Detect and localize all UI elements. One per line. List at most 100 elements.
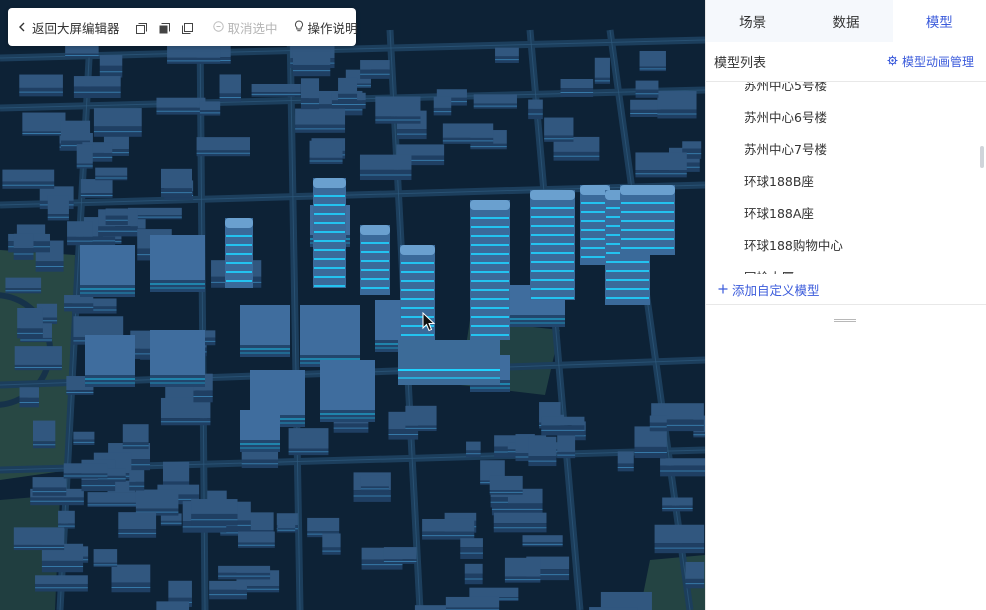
- building: [63, 463, 108, 474]
- list-item[interactable]: 环球188购物中心: [706, 230, 986, 262]
- building: [209, 580, 247, 590]
- list-item[interactable]: 苏州中心7号楼: [706, 134, 986, 166]
- building: [135, 489, 179, 509]
- cube-front-icon[interactable]: [135, 22, 147, 34]
- gear-icon: [887, 55, 898, 69]
- building: [150, 235, 205, 280]
- building: [560, 78, 594, 89]
- building: [635, 152, 687, 171]
- list-item[interactable]: 苏州中心5号楼: [706, 82, 986, 102]
- building-side: [80, 285, 135, 297]
- list-item[interactable]: 环球188B座: [706, 166, 986, 198]
- building: [99, 55, 123, 66]
- tower: [470, 200, 510, 340]
- building: [414, 605, 446, 610]
- building: [93, 108, 142, 127]
- building-side: [240, 345, 290, 357]
- building: [111, 564, 151, 583]
- building: [47, 195, 69, 215]
- chevron-left-icon: [18, 20, 26, 35]
- building-side: [320, 410, 375, 422]
- building: [73, 316, 124, 337]
- list-item[interactable]: 环球188A座: [706, 198, 986, 230]
- model-list[interactable]: 苏州中心5号楼 苏州中心6号楼 苏州中心7号楼 环球188B座 环球188A座 …: [706, 82, 986, 274]
- building: [375, 96, 421, 117]
- model-animation-link[interactable]: 模型动画管理: [887, 53, 974, 70]
- building: [168, 580, 192, 598]
- building: [19, 74, 63, 88]
- building: [160, 168, 193, 189]
- building: [32, 477, 67, 488]
- list-item[interactable]: 国检大厦: [706, 262, 986, 274]
- cube-solid-icon[interactable]: [159, 22, 170, 33]
- building: [466, 441, 481, 451]
- model-list-title: 模型列表: [714, 56, 767, 71]
- building: [495, 47, 519, 57]
- building: [238, 531, 275, 543]
- building: [660, 458, 705, 466]
- tab-data[interactable]: 数据: [799, 0, 893, 42]
- building: [544, 117, 574, 136]
- building: [396, 144, 445, 156]
- back-button[interactable]: 返回大屏编辑器: [18, 18, 120, 37]
- building: [5, 277, 42, 289]
- building: [489, 475, 523, 491]
- building: [649, 415, 667, 423]
- map-3d-viewport[interactable]: [0, 0, 705, 610]
- back-button-label: 返回大屏编辑器: [32, 20, 120, 36]
- building: [80, 245, 135, 285]
- tab-scene[interactable]: 场景: [706, 0, 800, 42]
- add-custom-model-button[interactable]: 添加自定义模型: [706, 274, 986, 305]
- resize-handle[interactable]: [834, 318, 856, 324]
- building: [240, 305, 290, 345]
- building: [528, 99, 543, 109]
- building: [250, 370, 305, 415]
- building: [493, 512, 547, 524]
- cancel-selection-button[interactable]: 取消选中: [212, 18, 278, 37]
- tab-model[interactable]: 模型: [892, 0, 986, 42]
- building: [240, 410, 280, 440]
- city-scene: [0, 0, 705, 610]
- cancel-selection-label: 取消选中: [227, 20, 278, 36]
- building: [35, 575, 88, 584]
- building: [156, 97, 206, 108]
- building: [58, 510, 75, 524]
- building: [191, 499, 238, 514]
- model-list-header: 模型列表 模型动画管理: [706, 42, 986, 82]
- building: [473, 94, 517, 104]
- building: [13, 233, 34, 249]
- building: [433, 96, 452, 108]
- building: [360, 60, 390, 70]
- list-item[interactable]: 苏州中心6号楼: [706, 102, 986, 134]
- building: [617, 451, 634, 464]
- building: [87, 492, 138, 503]
- building: [654, 524, 705, 544]
- mouse-cursor-icon: [422, 311, 436, 336]
- building: [251, 83, 301, 93]
- building: [199, 101, 221, 111]
- building: [309, 140, 343, 158]
- panel-tabs: 场景 数据 模型: [706, 0, 986, 42]
- building: [67, 221, 93, 237]
- building: [196, 137, 251, 151]
- building: [162, 461, 190, 482]
- building: [60, 120, 91, 141]
- plus-icon: [718, 282, 728, 297]
- building: [73, 76, 121, 87]
- building: [14, 346, 62, 365]
- building-side: [85, 375, 135, 387]
- list-scrollbar[interactable]: [980, 146, 984, 168]
- building: [320, 360, 375, 410]
- building: [207, 490, 227, 500]
- lightbulb-icon: [294, 19, 304, 35]
- model-animation-label: 模型动画管理: [901, 55, 974, 69]
- tower-roof: [470, 200, 510, 210]
- cancel-circle-icon: [212, 20, 224, 35]
- cube-back-icon[interactable]: [181, 22, 193, 34]
- building: [219, 74, 241, 94]
- building: [19, 387, 40, 398]
- building: [95, 167, 128, 176]
- help-button[interactable]: 操作说明: [294, 18, 358, 37]
- building-side: [150, 280, 205, 292]
- building: [73, 431, 95, 440]
